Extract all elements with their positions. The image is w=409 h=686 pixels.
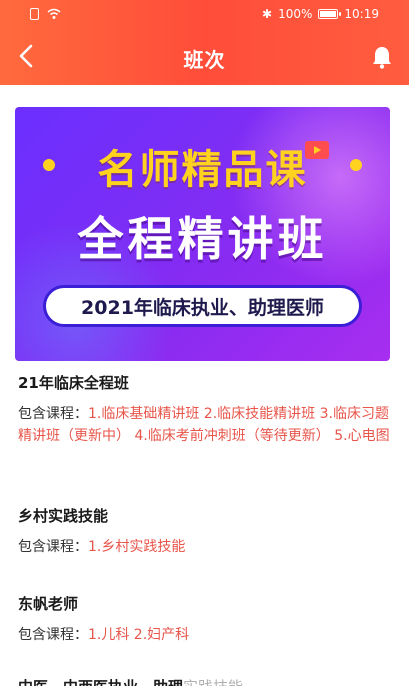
bell-icon[interactable]	[369, 44, 395, 70]
course-item[interactable]: 21年临床全程班 包含课程：1.临床基础精讲班 2.临床技能精讲班 3.临床习题…	[18, 372, 396, 447]
promo-banner[interactable]: 名师精品课 全程精讲班 2021年临床执业、助理医师	[15, 107, 390, 361]
status-bar: ✱ 100% 10:19	[0, 0, 409, 30]
course-title-faded: 实践技能	[183, 678, 243, 686]
course-title: 中医、中西医执业、助理实践技能	[18, 676, 396, 686]
course-title: 21年临床全程班	[18, 374, 129, 392]
banner-title: 全程精讲班	[77, 212, 328, 266]
course-title: 东帆老师	[18, 595, 79, 613]
course-item[interactable]: 东帆老师 包含课程：1.儿科 2.妇产科	[18, 593, 396, 646]
course-item[interactable]: 中医、中西医执业、助理实践技能	[18, 676, 396, 686]
page-title: 班次	[183, 48, 226, 72]
course-contents-label: 包含课程：	[18, 627, 88, 643]
banner-headline: 名师精品课	[97, 147, 308, 193]
course-contents-list: 1.儿科 2.妇产科	[88, 627, 190, 643]
clock: 10:19	[344, 7, 379, 21]
course-contents: 包含课程：1.乡村实践技能	[18, 536, 396, 558]
sim-icon	[30, 8, 39, 20]
course-item[interactable]: 乡村实践技能 包含课程：1.乡村实践技能	[18, 505, 396, 558]
banner-subtitle: 2021年临床执业、助理医师	[43, 285, 362, 327]
wifi-icon	[47, 8, 61, 19]
play-icon	[305, 141, 329, 159]
battery-percent: 100%	[278, 7, 313, 21]
course-contents-list: 1.乡村实践技能	[88, 539, 186, 555]
course-title: 乡村实践技能	[18, 507, 109, 525]
course-contents-label: 包含课程：	[18, 406, 88, 422]
class-list: 名师精品课 全程精讲班 2021年临床执业、助理医师 21年临床全程班 包含课程…	[0, 85, 409, 686]
course-contents-label: 包含课程：	[18, 539, 88, 555]
bluetooth-icon: ✱	[262, 7, 273, 21]
course-contents: 包含课程：1.儿科 2.妇产科	[18, 624, 396, 646]
course-contents: 包含课程：1.临床基础精讲班 2.临床技能精讲班 3.临床习题精讲班（更新中） …	[18, 403, 396, 447]
course-title-text: 中医、中西医执业、助理	[18, 678, 183, 686]
nav-bar: 班次	[0, 30, 409, 85]
battery-icon	[318, 9, 342, 19]
